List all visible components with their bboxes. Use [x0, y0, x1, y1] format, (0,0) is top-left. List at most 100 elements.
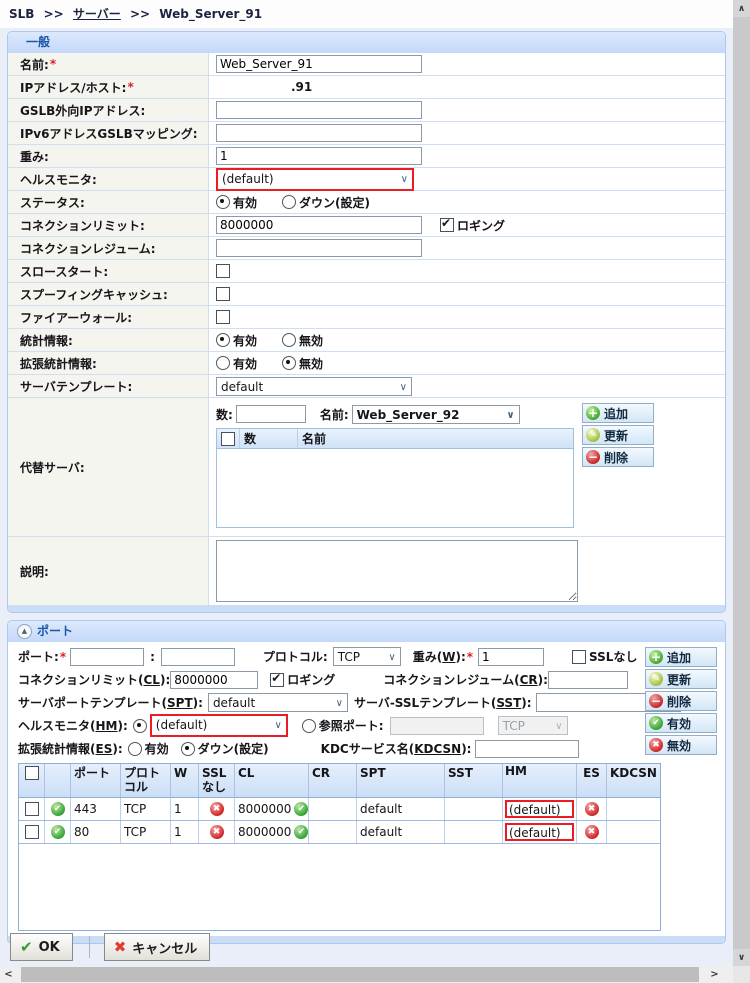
slow-start-checkbox[interactable]	[216, 264, 230, 278]
port-es-down-label: ダウン(設定)	[198, 740, 269, 757]
general-section: 一般 名前:* IPアドレス/ホスト:* .91 GSLB外向IPアドレス: I…	[7, 31, 726, 613]
stats-disabled-radio[interactable]	[282, 333, 296, 347]
form-row-description: 説明:	[8, 537, 725, 605]
port-end-input[interactable]	[161, 648, 235, 666]
form-row-spoofing-cache: スプーフィングキャッシュ:	[8, 283, 725, 306]
port-logging-checkbox[interactable]	[270, 673, 284, 687]
port-es-down-radio[interactable]	[181, 742, 195, 756]
port-delete-button[interactable]: 削除	[645, 691, 717, 711]
alt-update-button[interactable]: 更新	[582, 425, 654, 445]
ext-stats-disabled-radio[interactable]	[282, 356, 296, 370]
alt-add-button[interactable]: 追加	[582, 403, 654, 423]
footer-actions: ✔OK ✖キャンセル	[10, 933, 210, 961]
scroll-up-icon[interactable]: ∧	[733, 0, 750, 17]
alt-select-all-checkbox[interactable]	[221, 432, 235, 446]
weight-access-key: W	[442, 650, 455, 664]
ssl-none-label: SSLなし	[589, 648, 637, 665]
port-table-row[interactable]: 443 TCP 1 8000000 default (default)	[19, 798, 660, 821]
server-template-select[interactable]: default	[216, 377, 412, 396]
cell-port: 80	[71, 821, 121, 843]
ip-label: IPアドレス/ホスト:	[20, 79, 126, 96]
breadcrumb-separator: >>	[130, 7, 150, 21]
form-row-name: 名前:*	[8, 53, 725, 76]
ip-value: .91	[291, 80, 312, 94]
form-row-slow-start: スロースタート:	[8, 260, 725, 283]
conn-limit-input[interactable]	[216, 216, 422, 234]
collapse-icon[interactable]: ▲	[17, 624, 32, 639]
breadcrumb-server-link[interactable]: サーバー	[73, 7, 121, 21]
stats-enabled-radio[interactable]	[216, 333, 230, 347]
vertical-scrollbar[interactable]: ∧ ∨	[733, 0, 750, 966]
form-row-health-monitor: ヘルスモニタ: (default)	[8, 168, 725, 191]
enabled-icon	[294, 825, 308, 839]
scroll-right-icon[interactable]: >	[706, 966, 723, 983]
ref-port-radio[interactable]	[302, 719, 316, 733]
scroll-down-icon[interactable]: ∨	[733, 949, 750, 966]
port-disable-button[interactable]: 無効	[645, 735, 717, 755]
ext-stats-enabled-radio[interactable]	[216, 356, 230, 370]
port-column-cr: CR	[309, 764, 357, 797]
spoofing-cache-checkbox[interactable]	[216, 287, 230, 301]
ok-button[interactable]: ✔OK	[10, 933, 73, 961]
add-icon	[586, 406, 600, 420]
port-column-kdcsn: KDCSN	[607, 764, 660, 797]
status-label: ステータス:	[20, 194, 85, 211]
cancel-button[interactable]: ✖キャンセル	[104, 933, 211, 961]
port-enable-button[interactable]: 有効	[645, 713, 717, 733]
alt-name-value: Web_Server_92	[357, 408, 460, 422]
horizontal-scroll-thumb[interactable]	[21, 967, 699, 982]
protocol-select[interactable]: TCP	[333, 647, 401, 666]
port-column-status	[45, 764, 71, 797]
alt-num-input[interactable]	[236, 405, 306, 423]
port-select-all-checkbox[interactable]	[25, 766, 39, 780]
status-down-radio[interactable]	[282, 195, 296, 209]
conn-resume-input[interactable]	[216, 239, 422, 257]
port-section: ▲ ポート ポート:* : プロトコル: TCP 重み(W):* SSLなし コ…	[7, 620, 726, 944]
horizontal-scrollbar[interactable]: < >	[0, 966, 733, 983]
kdcsn-input[interactable]	[475, 740, 579, 758]
gslb-ip-input[interactable]	[216, 101, 422, 119]
alt-name-select[interactable]: Web_Server_92	[352, 405, 520, 424]
port-column-sst: SST	[445, 764, 503, 797]
port-es-enabled-radio[interactable]	[128, 742, 142, 756]
firewall-checkbox[interactable]	[216, 310, 230, 324]
row-checkbox[interactable]	[25, 802, 39, 816]
health-monitor-select[interactable]: (default)	[218, 170, 412, 189]
alt-delete-button[interactable]: 削除	[582, 447, 654, 467]
cell-port: 443	[71, 798, 121, 820]
footer-divider	[89, 936, 90, 958]
logging-checkbox[interactable]	[440, 218, 454, 232]
port-conn-resume-input[interactable]	[548, 671, 628, 689]
port-hm-select[interactable]: (default)	[152, 716, 286, 735]
form-row-ext-stats: 拡張統計情報: 有効 無効	[8, 352, 725, 375]
enabled-icon	[51, 825, 65, 839]
port-form-row-1: ポート:* : プロトコル: TCP 重み(W):* SSLなし	[8, 645, 725, 668]
port-start-input[interactable]	[70, 648, 144, 666]
cell-protocol: TCP	[121, 798, 171, 820]
port-conn-limit-input[interactable]	[170, 671, 258, 689]
cr-access-key: CR	[520, 673, 538, 687]
weight-input[interactable]	[216, 147, 422, 165]
ssl-none-checkbox[interactable]	[572, 650, 586, 664]
port-update-button[interactable]: 更新	[645, 669, 717, 689]
weight-label: 重み:	[20, 148, 49, 165]
disabled-icon	[210, 802, 224, 816]
disabled-icon	[585, 825, 599, 839]
port-weight-input[interactable]	[478, 648, 544, 666]
port-table-row[interactable]: 80 TCP 1 8000000 default (default)	[19, 821, 660, 844]
status-enabled-radio[interactable]	[216, 195, 230, 209]
ref-port-label: 参照ポート:	[319, 717, 384, 734]
slow-start-label: スロースタート:	[20, 263, 108, 280]
ipv6-gslb-input[interactable]	[216, 124, 422, 142]
port-add-button[interactable]: 追加	[645, 647, 717, 667]
server-port-template-select[interactable]: default	[208, 693, 348, 712]
port-column-port: ポート	[71, 764, 121, 797]
name-input[interactable]	[216, 55, 422, 73]
description-textarea[interactable]	[216, 540, 578, 602]
scroll-left-icon[interactable]: <	[0, 966, 17, 983]
health-monitor-value: (default)	[222, 172, 274, 186]
port-section-header[interactable]: ▲ ポート	[8, 621, 725, 642]
row-checkbox[interactable]	[25, 825, 39, 839]
disable-icon	[649, 738, 663, 752]
port-hm-radio[interactable]	[133, 719, 147, 733]
